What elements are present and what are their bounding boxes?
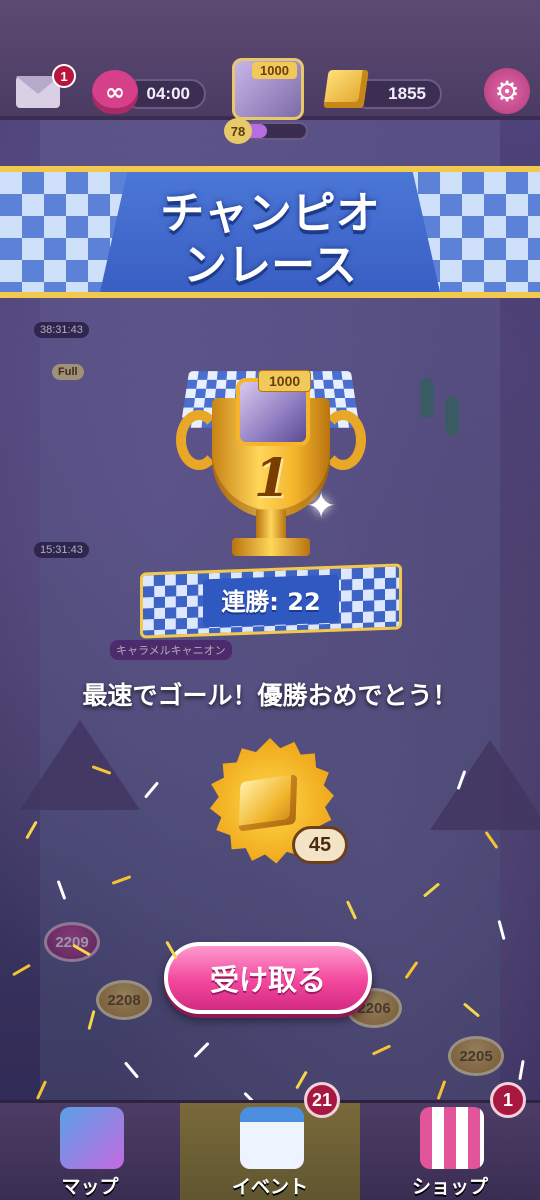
reward-count: 45 xyxy=(292,826,348,864)
bottom-nav: マップ イベント ショップ xyxy=(0,1100,540,1200)
title-ribbon: チャンピオ ンレース xyxy=(0,166,540,298)
claim-button[interactable]: 受け取る xyxy=(164,942,372,1014)
gold-bar-icon xyxy=(238,774,298,832)
nav-map[interactable]: マップ xyxy=(0,1103,180,1200)
congrats-message: 最速でゴール！優勝おめでとう！ xyxy=(82,681,458,710)
gold-bar-icon xyxy=(323,70,369,108)
trophy-rank: 1 xyxy=(253,448,291,509)
shop-icon xyxy=(420,1107,484,1169)
calendar-check-icon xyxy=(240,1107,304,1169)
trophy-avatar-banner: 1000 xyxy=(258,370,312,392)
event-badge: 21 xyxy=(304,1082,340,1118)
infinity-icon: ∞ xyxy=(105,78,125,106)
top-bar: 1 04:00 ∞ 1000 78 1855 ⚙ xyxy=(0,0,540,144)
trophy-base xyxy=(232,538,310,556)
nav-map-label: マップ xyxy=(61,1176,119,1198)
settings-button[interactable]: ⚙ xyxy=(484,68,530,114)
nav-event-label: イベント xyxy=(231,1176,308,1198)
mail-badge: 1 xyxy=(52,64,76,88)
player-level: 78 xyxy=(224,118,252,144)
profile-banner: 1000 xyxy=(252,62,297,79)
event-title-line2: ンレース xyxy=(183,240,357,291)
nav-shop-label: ショップ xyxy=(411,1176,488,1198)
event-title-line1: チャンピオ xyxy=(160,188,380,239)
lives-heart-icon[interactable]: ∞ xyxy=(92,70,138,114)
map-icon xyxy=(60,1107,124,1169)
nav-shop[interactable]: ショップ xyxy=(360,1103,540,1200)
gear-icon: ⚙ xyxy=(494,74,520,108)
nav-event[interactable]: イベント xyxy=(180,1103,360,1200)
shop-badge: 1 xyxy=(490,1082,526,1118)
sparkle-icon: ✦ xyxy=(306,486,337,527)
event-title: チャンピオ ンレース xyxy=(0,188,540,292)
streak-label: 連勝: 22 xyxy=(221,588,321,616)
